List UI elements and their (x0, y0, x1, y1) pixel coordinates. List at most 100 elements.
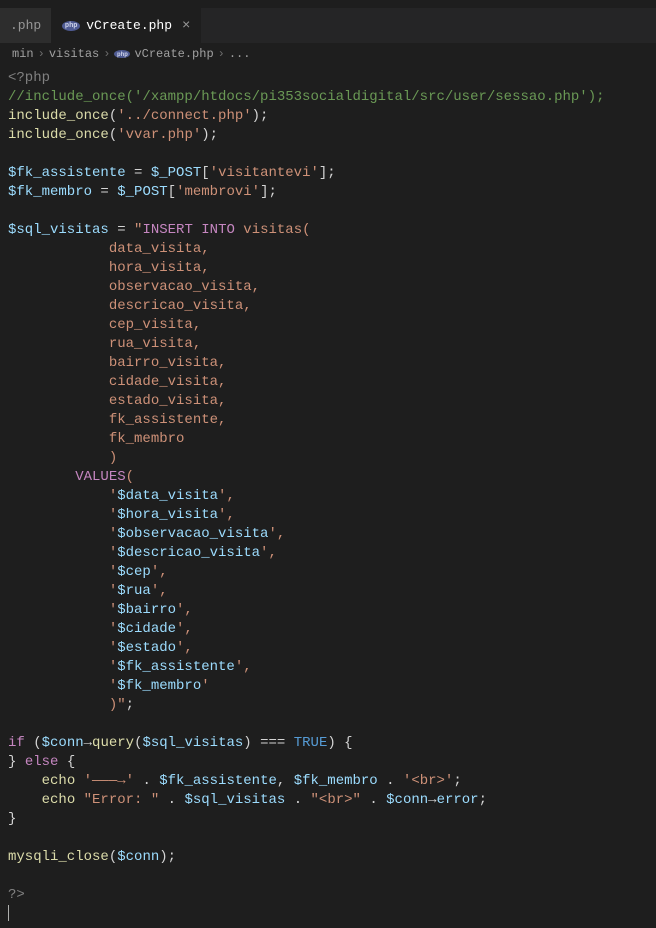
code-text: $_POST (117, 184, 167, 200)
code-text: ', (218, 488, 235, 504)
code-text: echo (42, 792, 76, 808)
code-text: ) { (327, 735, 352, 751)
code-text: $sql_visitas (142, 735, 243, 751)
code-text: ; (453, 773, 461, 789)
code-text: ; (479, 792, 487, 808)
code-text: ) (8, 450, 117, 466)
code-text: cep_visita, (8, 317, 201, 333)
code-text: [ (201, 165, 209, 181)
code-text: ', (176, 602, 193, 618)
code-text: $estado (117, 640, 176, 656)
code-text (8, 469, 75, 485)
chevron-right-icon: › (38, 47, 45, 61)
code-text: hora_visita, (8, 260, 210, 276)
code-text: { (58, 754, 75, 770)
code-text: ); (252, 108, 269, 124)
code-text: $fk_membro (8, 184, 92, 200)
code-text: → (428, 792, 436, 808)
breadcrumb-segment[interactable]: ... (229, 47, 251, 61)
code-text (8, 773, 42, 789)
code-text: ' (8, 602, 117, 618)
code-text: ', (176, 640, 193, 656)
chevron-right-icon: › (103, 47, 110, 61)
code-text (16, 754, 24, 770)
code-text: [ (168, 184, 176, 200)
php-file-icon: php (114, 50, 130, 58)
window-top-spacer (0, 0, 656, 8)
text-cursor (8, 905, 9, 921)
code-text: fk_membro (8, 431, 184, 447)
breadcrumb-segment[interactable]: vCreate.php (134, 47, 213, 61)
code-text: $fk_membro (117, 678, 201, 694)
code-text: ( (109, 849, 117, 865)
code-text: observacao_visita, (8, 279, 260, 295)
code-text: $fk_assistente (159, 773, 277, 789)
code-text: = (92, 184, 117, 200)
tab-inactive-php[interactable]: .php (0, 8, 52, 43)
code-text: ' (8, 621, 117, 637)
code-text (285, 735, 293, 751)
close-icon[interactable]: × (182, 18, 190, 34)
code-text: query (92, 735, 134, 751)
code-text: '<br>' (403, 773, 453, 789)
code-text: ' (8, 526, 117, 542)
code-text: ' (8, 659, 117, 675)
breadcrumb-segment[interactable]: min (12, 47, 34, 61)
breadcrumb-segment[interactable]: visitas (49, 47, 99, 61)
code-text: ' (201, 678, 209, 694)
code-text: $data_visita (117, 488, 218, 504)
code-text (159, 792, 167, 808)
code-text: ', (218, 507, 235, 523)
code-text: $conn (42, 735, 84, 751)
code-text: ' (8, 507, 117, 523)
code-text: ' (8, 564, 117, 580)
code-text: error (437, 792, 479, 808)
code-text: 'visitantevi' (210, 165, 319, 181)
code-text: $fk_assistente (8, 165, 126, 181)
code-text: ); (201, 127, 218, 143)
code-text: , (277, 773, 294, 789)
code-text: ' (8, 545, 117, 561)
code-text: INTO (201, 222, 235, 238)
code-text: ( (109, 108, 117, 124)
php-file-icon: php (62, 21, 80, 31)
code-text: $fk_assistente (117, 659, 235, 675)
code-text: ( (109, 127, 117, 143)
code-text: $conn (117, 849, 159, 865)
chevron-right-icon: › (218, 47, 225, 61)
code-text: <?php (8, 70, 50, 86)
code-text: = (109, 222, 134, 238)
code-text: $_POST (151, 165, 201, 181)
code-text: ', (176, 621, 193, 637)
code-text: cidade_visita, (8, 374, 226, 390)
code-text: } (8, 811, 16, 827)
breadcrumb: min › visitas › php vCreate.php › ... (0, 43, 656, 65)
code-text: ' (8, 583, 117, 599)
code-text: include_once (8, 127, 109, 143)
code-text: ', (151, 583, 168, 599)
code-text: VALUES (75, 469, 125, 485)
code-text: ]; (319, 165, 336, 181)
code-text: . (294, 792, 302, 808)
code-text: $sql_visitas (8, 222, 109, 238)
code-text: '———→' (75, 773, 142, 789)
code-text: . (142, 773, 150, 789)
tab-vcreate-php[interactable]: php vCreate.php × (52, 8, 201, 43)
code-text: $fk_membro (294, 773, 378, 789)
code-text: ; (126, 697, 134, 713)
code-text: " (117, 697, 125, 713)
code-text: else (25, 754, 59, 770)
tab-label: .php (10, 18, 41, 33)
code-text: $bairro (117, 602, 176, 618)
code-text (8, 792, 42, 808)
code-text: TRUE (294, 735, 328, 751)
code-text: ', (235, 659, 252, 675)
code-text: 'membrovi' (176, 184, 260, 200)
code-editor[interactable]: <?php //include_once('/xampp/htdocs/pi35… (0, 65, 656, 928)
code-text: ', (268, 526, 285, 542)
code-text: $rua (117, 583, 151, 599)
code-text: . (386, 773, 394, 789)
code-text: ( (126, 469, 134, 485)
code-text (378, 773, 386, 789)
code-text: → (84, 735, 92, 751)
